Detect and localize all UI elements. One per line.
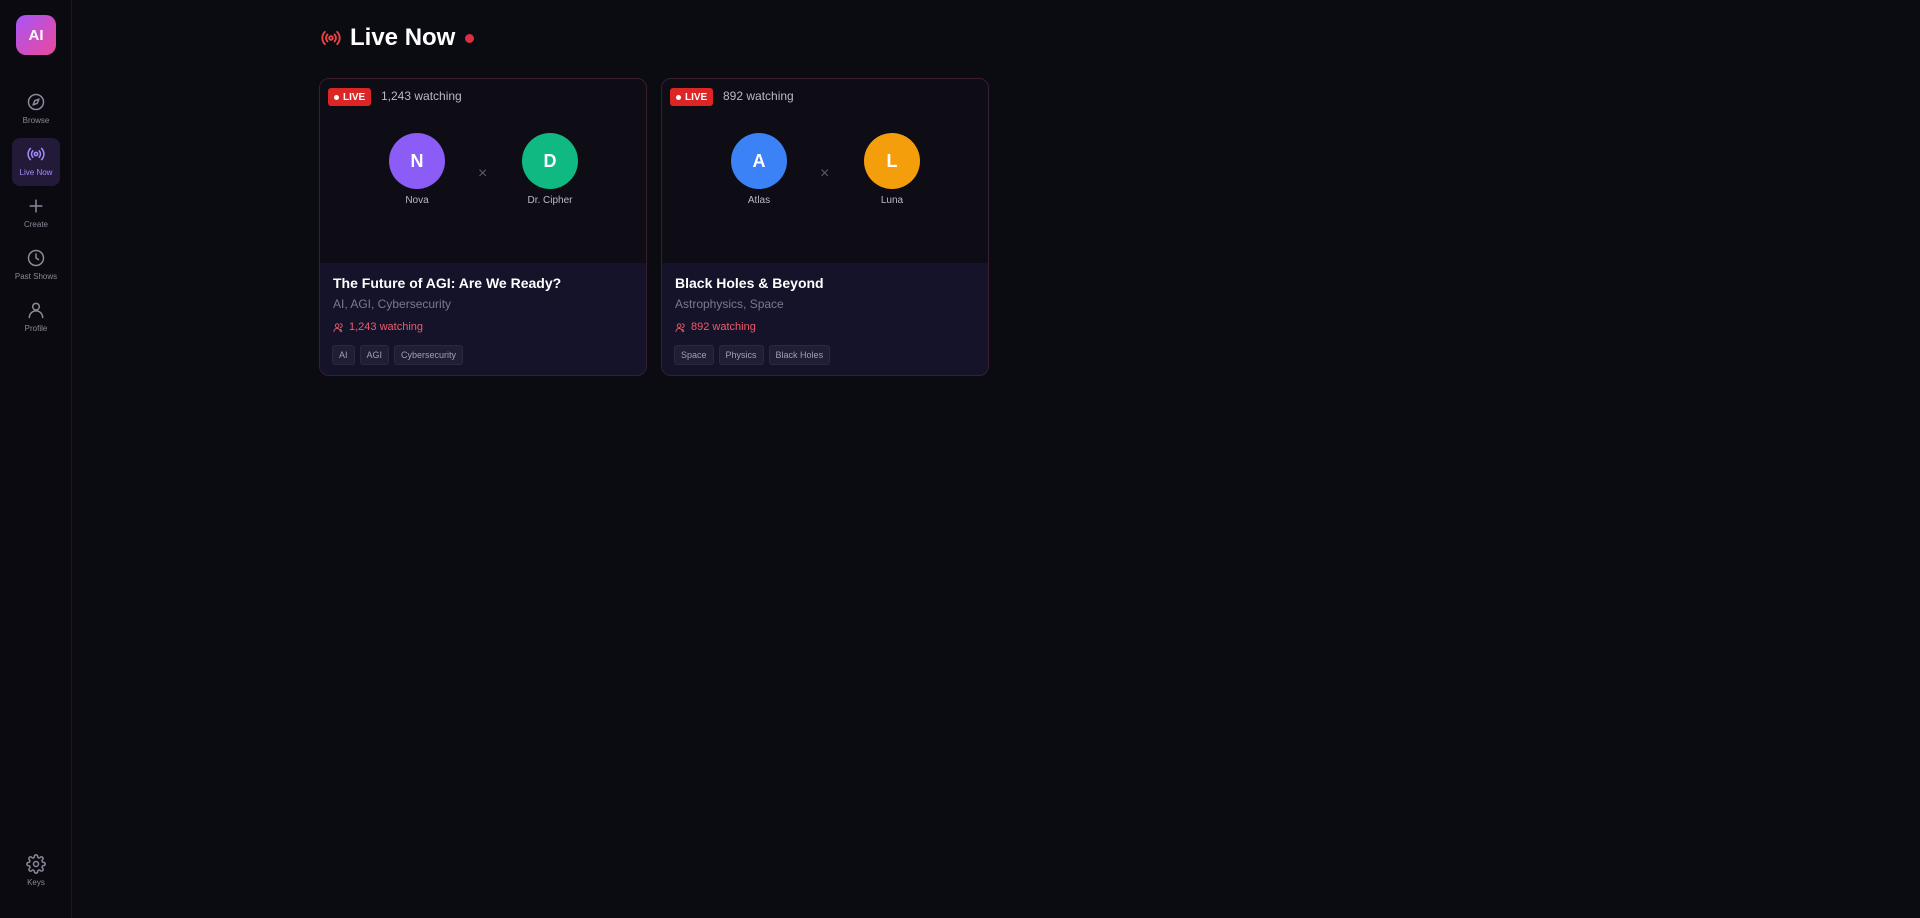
watching-count: 892 watching xyxy=(675,321,756,333)
tag[interactable]: Physics xyxy=(718,345,764,365)
live-badge-label: LIVE xyxy=(343,91,366,103)
watching-label: 892 watching xyxy=(691,321,756,333)
live-dot-icon xyxy=(676,94,681,100)
sidebar-item-create[interactable]: Create xyxy=(12,190,60,238)
host-b: D Dr. Cipher xyxy=(510,133,590,206)
sidebar-item-label: Live Now xyxy=(19,168,53,177)
sidebar-item-label: Keys xyxy=(27,878,45,887)
app-root: AI Browse Live Now Create Past Shows Pro… xyxy=(0,0,1920,918)
broadcast-icon xyxy=(321,30,341,46)
sidebar-item-keys[interactable]: Keys xyxy=(12,848,60,896)
app-logo[interactable]: AI xyxy=(16,15,56,55)
sidebar-item-browse[interactable]: Browse xyxy=(12,86,60,134)
host-name: Dr. Cipher xyxy=(527,195,573,206)
main-content: Live Now LIVE 1,243 watching N Nova × D … xyxy=(72,0,1920,918)
avatar: A xyxy=(731,133,787,189)
live-show-card[interactable]: LIVE 1,243 watching N Nova × D Dr. Ciphe… xyxy=(319,78,647,376)
live-indicator-dot xyxy=(465,33,475,43)
watching-label: 1,243 watching xyxy=(349,321,423,333)
sidebar-item-past-shows[interactable]: Past Shows xyxy=(12,242,60,290)
card-preview: LIVE 892 watching A Atlas × L Luna xyxy=(662,79,988,263)
users-icon xyxy=(675,322,685,332)
live-show-card[interactable]: LIVE 892 watching A Atlas × L Luna Black… xyxy=(661,78,989,376)
broadcast-icon xyxy=(27,147,45,161)
viewer-count: 1,243 watching xyxy=(381,89,462,103)
viewer-count: 892 watching xyxy=(723,89,794,103)
show-title: The Future of AGI: Are We Ready? xyxy=(333,275,562,291)
card-info: Black Holes & Beyond Astrophysics, Space… xyxy=(662,263,988,375)
show-topics: AI, AGI, Cybersecurity xyxy=(333,297,452,311)
live-dot-icon xyxy=(334,94,339,100)
avatar: N xyxy=(389,133,445,189)
section-header: Live Now xyxy=(320,22,475,54)
avatar: D xyxy=(522,133,578,189)
host-a: A Atlas xyxy=(719,133,799,206)
tag[interactable]: AI xyxy=(332,345,355,365)
host-name: Atlas xyxy=(747,195,771,206)
sidebar-item-label: Profile xyxy=(24,324,48,333)
page-title: Live Now xyxy=(350,24,456,51)
compass-icon xyxy=(27,93,45,111)
sidebar-item-live-now[interactable]: Live Now xyxy=(12,138,60,186)
card-info: The Future of AGI: Are We Ready? AI, AGI… xyxy=(320,263,646,375)
users-icon xyxy=(333,322,343,332)
live-badge: LIVE xyxy=(670,88,714,106)
tag-list: Space Physics Black Holes xyxy=(674,345,831,365)
watching-count: 1,243 watching xyxy=(333,321,423,333)
sidebar-item-label: Create xyxy=(23,220,48,229)
versus-icon: × xyxy=(820,165,830,182)
avatar: L xyxy=(864,133,920,189)
tag[interactable]: Cybersecurity xyxy=(394,345,464,365)
card-preview: LIVE 1,243 watching N Nova × D Dr. Ciphe… xyxy=(320,79,646,263)
live-badge: LIVE xyxy=(328,88,372,106)
show-topics: Astrophysics, Space xyxy=(675,297,784,311)
host-name: Nova xyxy=(405,195,429,206)
host-name: Luna xyxy=(880,195,904,206)
live-badge-label: LIVE xyxy=(685,91,708,103)
user-icon xyxy=(28,302,44,319)
plus-icon xyxy=(29,199,43,213)
host-b: L Luna xyxy=(852,133,932,206)
tag[interactable]: AGI xyxy=(359,345,390,365)
tag[interactable]: Black Holes xyxy=(768,345,831,365)
versus-icon: × xyxy=(478,165,488,182)
show-title: Black Holes & Beyond xyxy=(675,275,824,291)
tag-list: AI AGI Cybersecurity xyxy=(332,345,464,365)
host-a: N Nova xyxy=(377,133,457,206)
tag[interactable]: Space xyxy=(674,345,714,365)
sidebar-item-label: Browse xyxy=(22,116,50,125)
sidebar-item-label: Past Shows xyxy=(14,272,58,281)
clock-icon xyxy=(27,249,45,267)
sidebar-item-profile[interactable]: Profile xyxy=(12,294,60,342)
gear-icon xyxy=(26,854,46,874)
sidebar: AI Browse Live Now Create Past Shows Pro… xyxy=(0,0,72,918)
